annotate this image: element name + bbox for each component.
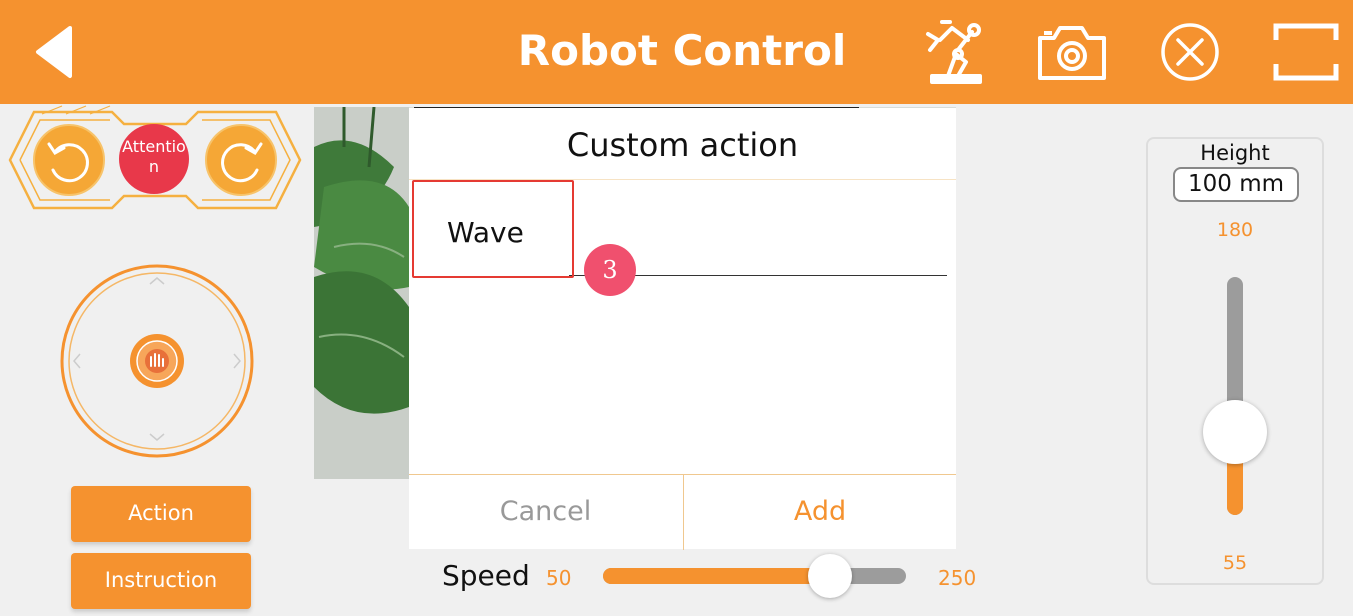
add-button[interactable]: Add: [683, 475, 956, 550]
robot-arm-icon[interactable]: [922, 18, 990, 86]
speed-slider[interactable]: [603, 554, 906, 598]
action-button[interactable]: Action: [71, 486, 251, 542]
height-max: 180: [1216, 219, 1254, 241]
speed-slider-fill: [603, 568, 831, 584]
speed-min: 50: [546, 566, 572, 590]
height-slider[interactable]: [1203, 277, 1267, 515]
camera-icon[interactable]: [1036, 18, 1108, 86]
fullscreen-icon[interactable]: [1272, 18, 1340, 86]
top-bar: Robot Control: [0, 0, 1353, 104]
height-min: 55: [1222, 552, 1248, 574]
direction-joystick[interactable]: [58, 262, 256, 460]
rotate-left-button[interactable]: [33, 124, 105, 196]
speed-slider-thumb[interactable]: [808, 554, 853, 598]
height-label: Height: [1200, 141, 1270, 165]
custom-action-dialog: Custom action Wave 3 Cancel Add: [409, 108, 956, 550]
height-panel: Height 100 mm 180 55: [1146, 137, 1324, 585]
highlight-box: [412, 180, 574, 278]
height-slider-thumb[interactable]: [1203, 399, 1267, 464]
rotate-right-icon: [221, 142, 263, 183]
attention-button[interactable]: Attention: [119, 124, 189, 194]
dialog-title: Custom action: [566, 126, 799, 164]
speed-label: Speed: [442, 559, 530, 592]
step-badge: 3: [584, 244, 636, 296]
instruction-button[interactable]: Instruction: [71, 553, 251, 609]
cancel-button[interactable]: Cancel: [409, 475, 682, 550]
close-circle-icon[interactable]: [1160, 18, 1222, 86]
page-title: Robot Control: [517, 26, 847, 75]
rotate-left-icon: [47, 142, 89, 183]
dialog-footer: Cancel Add: [409, 474, 956, 550]
rotate-right-button[interactable]: [205, 124, 277, 196]
height-value: 100 mm: [1173, 167, 1299, 202]
speed-max: 250: [938, 566, 977, 590]
